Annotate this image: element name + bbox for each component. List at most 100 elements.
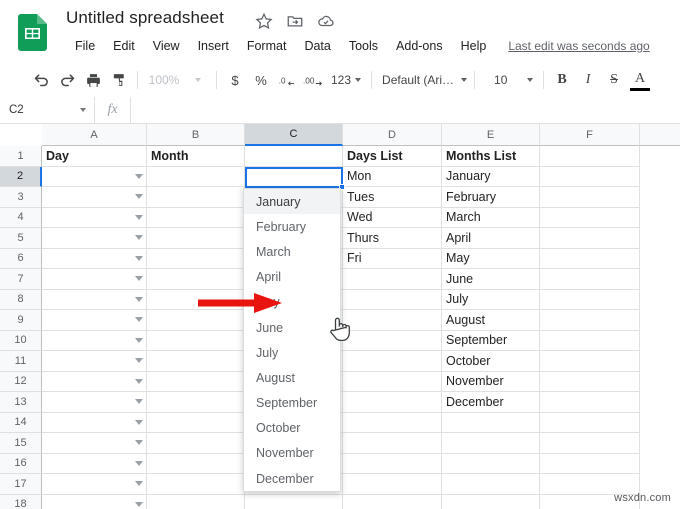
- menu-add-ons[interactable]: Add-ons: [387, 37, 452, 55]
- row-header-13[interactable]: 13: [0, 392, 42, 413]
- cell-a10[interactable]: [42, 330, 147, 351]
- cell-d12[interactable]: [343, 371, 442, 392]
- row-header-4[interactable]: 4: [0, 207, 42, 228]
- cell-f6[interactable]: [540, 248, 640, 269]
- row-header-3[interactable]: 3: [0, 187, 42, 208]
- cell-d14[interactable]: [343, 412, 442, 433]
- cell-b2[interactable]: [147, 166, 245, 187]
- cell-a16[interactable]: [42, 453, 147, 474]
- cell-d10[interactable]: [343, 330, 442, 351]
- row-header-10[interactable]: 10: [0, 330, 42, 351]
- cell-e2[interactable]: January: [442, 166, 540, 187]
- move-to-folder-icon[interactable]: [286, 12, 304, 30]
- column-header-f[interactable]: F: [540, 124, 640, 146]
- star-icon[interactable]: [255, 12, 273, 30]
- menu-help[interactable]: Help: [452, 37, 496, 55]
- cell-f7[interactable]: [540, 269, 640, 290]
- cell-d9[interactable]: [343, 310, 442, 331]
- cell-b13[interactable]: [147, 392, 245, 413]
- cell-f3[interactable]: [540, 187, 640, 208]
- document-title[interactable]: Untitled spreadsheet: [66, 8, 224, 28]
- cell-c2[interactable]: [245, 166, 343, 187]
- text-color-button[interactable]: A: [627, 67, 653, 93]
- print-icon[interactable]: [80, 67, 106, 93]
- cell-b6[interactable]: [147, 248, 245, 269]
- decrease-decimal-button[interactable]: .0: [274, 67, 300, 93]
- row-header-11[interactable]: 11: [0, 351, 42, 372]
- cell-e6[interactable]: May: [442, 248, 540, 269]
- increase-decimal-button[interactable]: .00: [300, 67, 326, 93]
- percent-format-button[interactable]: %: [248, 67, 274, 93]
- cell-d2[interactable]: Mon: [343, 166, 442, 187]
- menu-edit[interactable]: Edit: [104, 37, 144, 55]
- menu-insert[interactable]: Insert: [189, 37, 238, 55]
- menu-view[interactable]: View: [144, 37, 189, 55]
- cell-b10[interactable]: [147, 330, 245, 351]
- cell-a17[interactable]: [42, 474, 147, 495]
- zoom-value[interactable]: 100%: [143, 70, 185, 90]
- cell-dropdown-arrow-icon[interactable]: [135, 255, 143, 261]
- cell-a3[interactable]: [42, 187, 147, 208]
- cell-f10[interactable]: [540, 330, 640, 351]
- dropdown-item-june[interactable]: June: [244, 315, 340, 340]
- cell-a15[interactable]: [42, 433, 147, 454]
- paint-format-icon[interactable]: [106, 67, 132, 93]
- cell-b17[interactable]: [147, 474, 245, 495]
- cell-dropdown-arrow-icon[interactable]: [135, 214, 143, 220]
- formula-input[interactable]: [131, 97, 680, 124]
- cell-f1[interactable]: [540, 146, 640, 167]
- cell-d5[interactable]: Thurs: [343, 228, 442, 249]
- cell-f11[interactable]: [540, 351, 640, 372]
- cell-a2[interactable]: [42, 166, 147, 187]
- cell-a14[interactable]: [42, 412, 147, 433]
- name-box[interactable]: C2: [0, 96, 95, 124]
- strikethrough-button[interactable]: S: [601, 67, 627, 93]
- font-size-selector[interactable]: 10: [480, 70, 538, 90]
- column-header-e[interactable]: E: [442, 124, 540, 146]
- italic-button[interactable]: I: [575, 67, 601, 93]
- cell-a4[interactable]: [42, 207, 147, 228]
- cell-e9[interactable]: August: [442, 310, 540, 331]
- cell-dropdown-arrow-icon[interactable]: [135, 481, 143, 486]
- cell-e16[interactable]: [442, 453, 540, 474]
- row-header-8[interactable]: 8: [0, 289, 42, 310]
- cell-c1[interactable]: [245, 146, 343, 167]
- menu-data[interactable]: Data: [295, 37, 339, 55]
- cell-f13[interactable]: [540, 392, 640, 413]
- cell-dropdown-arrow-icon[interactable]: [135, 358, 143, 363]
- cell-f4[interactable]: [540, 207, 640, 228]
- last-edit-status[interactable]: Last edit was seconds ago: [508, 39, 649, 53]
- cell-dropdown-arrow-icon[interactable]: [135, 460, 143, 466]
- dropdown-item-october[interactable]: October: [244, 416, 340, 441]
- cell-d7[interactable]: [343, 269, 442, 290]
- cell-b15[interactable]: [147, 433, 245, 454]
- cell-e12[interactable]: November: [442, 371, 540, 392]
- cell-f15[interactable]: [540, 433, 640, 454]
- cell-e7[interactable]: June: [442, 269, 540, 290]
- dropdown-item-may[interactable]: May: [244, 290, 340, 315]
- cell-e3[interactable]: February: [442, 187, 540, 208]
- cell-a11[interactable]: [42, 351, 147, 372]
- column-header-d[interactable]: D: [343, 124, 442, 146]
- row-header-12[interactable]: 12: [0, 371, 42, 392]
- cell-b5[interactable]: [147, 228, 245, 249]
- cell-d3[interactable]: Tues: [343, 187, 442, 208]
- dropdown-item-july[interactable]: July: [244, 340, 340, 365]
- cell-d16[interactable]: [343, 453, 442, 474]
- cell-d17[interactable]: [343, 474, 442, 495]
- cell-dropdown-arrow-icon[interactable]: [135, 399, 143, 404]
- dropdown-item-march[interactable]: March: [244, 239, 340, 264]
- cell-f5[interactable]: [540, 228, 640, 249]
- cell-d13[interactable]: [343, 392, 442, 413]
- cell-b8[interactable]: [147, 289, 245, 310]
- row-header-2[interactable]: 2: [0, 166, 42, 187]
- cell-a8[interactable]: [42, 289, 147, 310]
- dropdown-item-december[interactable]: December: [244, 466, 340, 491]
- row-header-9[interactable]: 9: [0, 310, 42, 331]
- column-header-g[interactable]: [640, 124, 680, 146]
- cell-e10[interactable]: September: [442, 330, 540, 351]
- cell-b4[interactable]: [147, 207, 245, 228]
- cell-a6[interactable]: [42, 248, 147, 269]
- cell-e17[interactable]: [442, 474, 540, 495]
- cell-e4[interactable]: March: [442, 207, 540, 228]
